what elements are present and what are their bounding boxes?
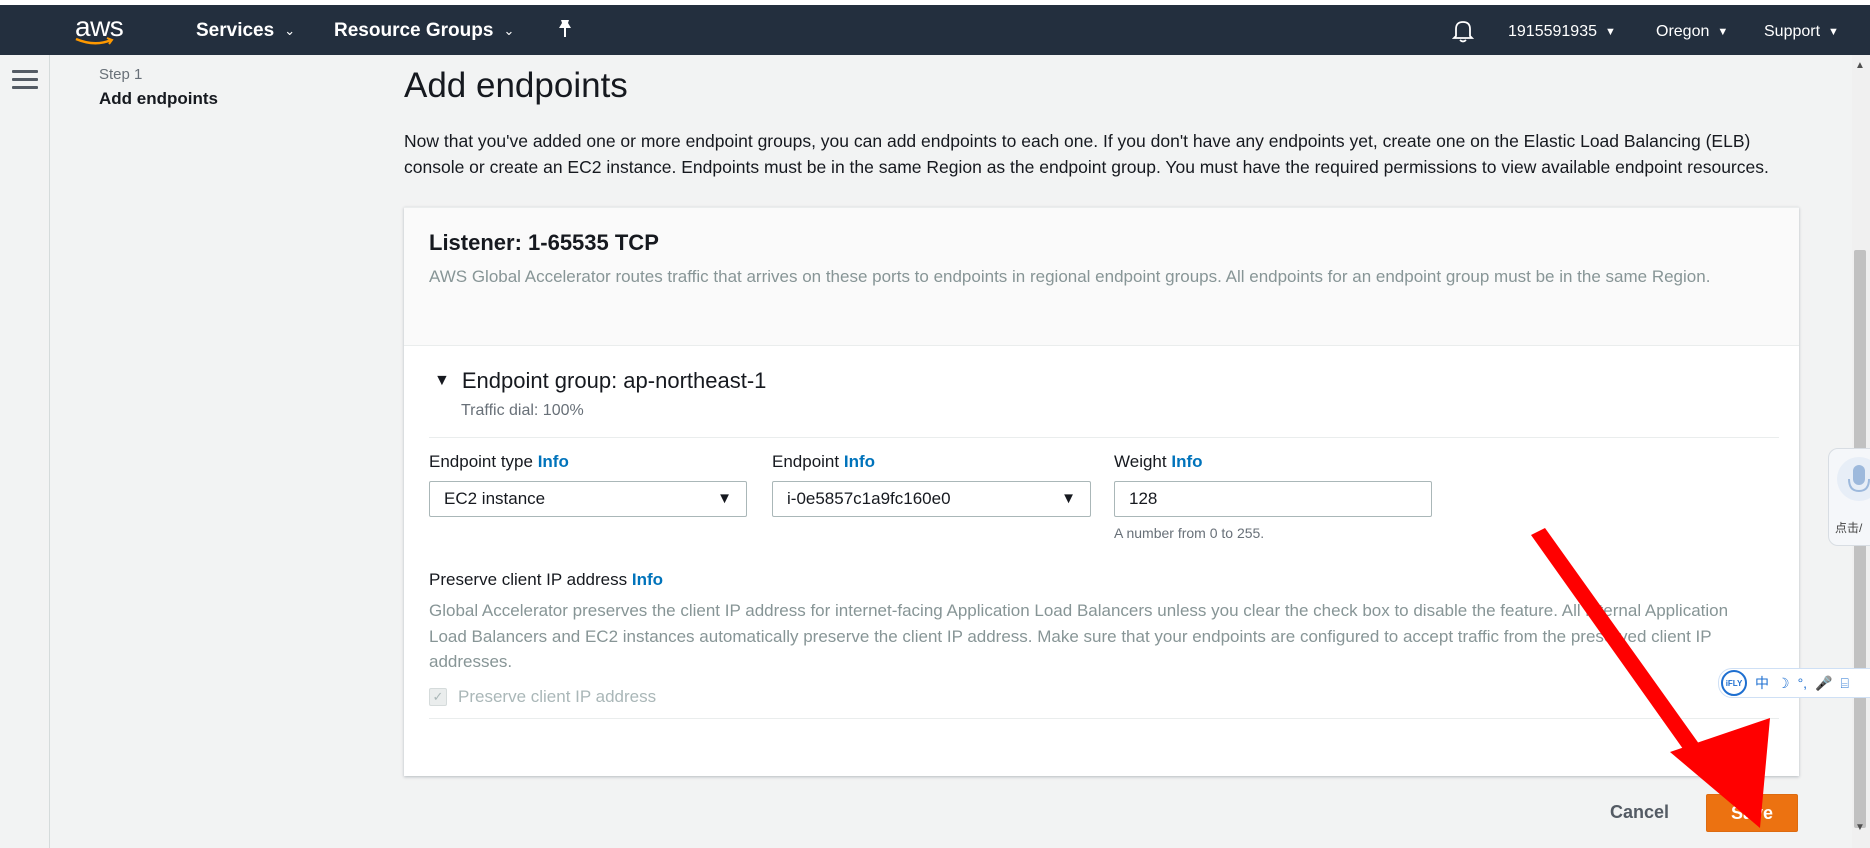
caret-down-icon: ▼ xyxy=(717,490,732,507)
step-number: Step 1 xyxy=(99,66,143,83)
moon-icon[interactable]: ☽ xyxy=(1777,675,1790,692)
divider xyxy=(429,718,1779,719)
microphone-icon xyxy=(1837,457,1870,501)
endpoint-value: i-0e5857c1a9fc160e0 xyxy=(787,489,951,508)
endpoint-select[interactable]: i-0e5857c1a9fc160e0 ▼ xyxy=(772,481,1091,517)
support-label: Support xyxy=(1764,23,1821,40)
keyboard-icon[interactable]: ⌸ xyxy=(1841,675,1849,692)
scroll-down-arrow-icon[interactable]: ▼ xyxy=(1855,822,1865,833)
listener-description: AWS Global Accelerator routes traffic th… xyxy=(429,267,1711,286)
chevron-down-icon: ⌄ xyxy=(284,23,296,38)
listener-panel: Listener: 1-65535 TCP AWS Global Acceler… xyxy=(404,207,1799,776)
voice-input-hint: 点击/ xyxy=(1835,521,1863,535)
endpoint-group-title: Endpoint group: ap-northeast-1 xyxy=(461,368,767,393)
caret-down-icon: ▼ xyxy=(434,372,450,389)
preserve-ip-info-link[interactable]: Info xyxy=(632,570,663,589)
preserve-ip-label: Preserve client IP address Info xyxy=(429,570,663,590)
region-menu[interactable]: Oregon ▼ xyxy=(1656,23,1728,41)
aws-logo[interactable]: aws xyxy=(73,9,133,49)
scroll-up-arrow-icon[interactable]: ▲ xyxy=(1855,60,1865,71)
intro-text: Now that you've added one or more endpoi… xyxy=(404,131,1769,177)
endpoint-type-select[interactable]: EC2 instance ▼ xyxy=(429,481,747,517)
endpoint-type-label: Endpoint type Info xyxy=(429,452,569,472)
sidebar-divider xyxy=(49,55,50,848)
preserve-ip-checkbox-label: Preserve client IP address xyxy=(458,687,657,706)
caret-down-icon: ▼ xyxy=(1604,26,1616,38)
microphone-icon[interactable]: 🎤 xyxy=(1815,675,1832,692)
preserve-ip-checkbox: ✓ xyxy=(429,688,447,706)
voice-input-widget[interactable]: 点击/ xyxy=(1828,448,1870,546)
weight-label-text: Weight xyxy=(1114,452,1167,471)
endpoint-type-label-text: Endpoint type xyxy=(429,452,533,471)
page-title: Add endpoints xyxy=(404,66,628,105)
step-title[interactable]: Add endpoints xyxy=(99,89,218,109)
endpoint-group-toggle[interactable]: ▼ Endpoint group: ap-northeast-1 xyxy=(434,368,766,394)
endpoint-label: Endpoint Info xyxy=(772,452,875,472)
endpoint-info-link[interactable]: Info xyxy=(844,452,875,471)
listener-header: Listener: 1-65535 TCP AWS Global Acceler… xyxy=(404,208,1799,346)
listener-title: Listener: 1-65535 TCP xyxy=(429,230,659,255)
account-id: 1915591935 xyxy=(1508,23,1597,40)
preserve-ip-label-text: Preserve client IP address xyxy=(429,570,628,589)
region-label: Oregon xyxy=(1656,23,1710,40)
chevron-down-icon: ⌄ xyxy=(503,23,515,38)
endpoint-label-text: Endpoint xyxy=(772,452,840,471)
caret-down-icon: ▼ xyxy=(1717,26,1729,38)
services-label: Services xyxy=(196,20,275,41)
weight-input[interactable] xyxy=(1114,481,1432,517)
account-menu[interactable]: 1915591935 ▼ xyxy=(1508,23,1616,41)
bell-icon[interactable] xyxy=(1451,19,1475,48)
preserve-ip-description: Global Accelerator preserves the client … xyxy=(429,601,1729,671)
support-menu[interactable]: Support ▼ xyxy=(1764,23,1839,41)
ifly-logo-icon[interactable]: iFLY xyxy=(1721,670,1747,696)
hamburger-menu-icon[interactable] xyxy=(12,70,38,92)
preserve-ip-checkbox-row: ✓ Preserve client IP address xyxy=(429,687,656,707)
ifly-chinese-toggle[interactable]: 中 xyxy=(1755,673,1769,693)
endpoint-type-info-link[interactable]: Info xyxy=(538,452,569,471)
caret-down-icon: ▼ xyxy=(1828,26,1839,38)
services-menu[interactable]: Services ⌄ xyxy=(196,20,295,42)
weight-label: Weight Info xyxy=(1114,452,1203,472)
weight-info-link[interactable]: Info xyxy=(1171,452,1202,471)
resource-groups-menu[interactable]: Resource Groups ⌄ xyxy=(334,20,514,42)
top-navbar: aws Services ⌄ Resource Groups ⌄ 1915591… xyxy=(0,5,1870,55)
resource-groups-label: Resource Groups xyxy=(334,20,494,41)
save-button[interactable]: Save xyxy=(1706,794,1798,832)
weight-hint: A number from 0 to 255. xyxy=(1114,525,1265,541)
aws-smile-icon xyxy=(75,37,114,45)
cancel-button[interactable]: Cancel xyxy=(1596,794,1683,831)
pin-icon[interactable] xyxy=(556,19,574,44)
endpoint-type-value: EC2 instance xyxy=(444,489,546,508)
divider xyxy=(429,437,1779,438)
traffic-dial: Traffic dial: 100% xyxy=(461,402,584,419)
ifly-toolbar: iFLY 中 ☽ °, 🎤 ⌸ xyxy=(1718,668,1870,698)
caret-down-icon: ▼ xyxy=(1061,490,1076,507)
punctuation-icon[interactable]: °, xyxy=(1798,675,1808,691)
